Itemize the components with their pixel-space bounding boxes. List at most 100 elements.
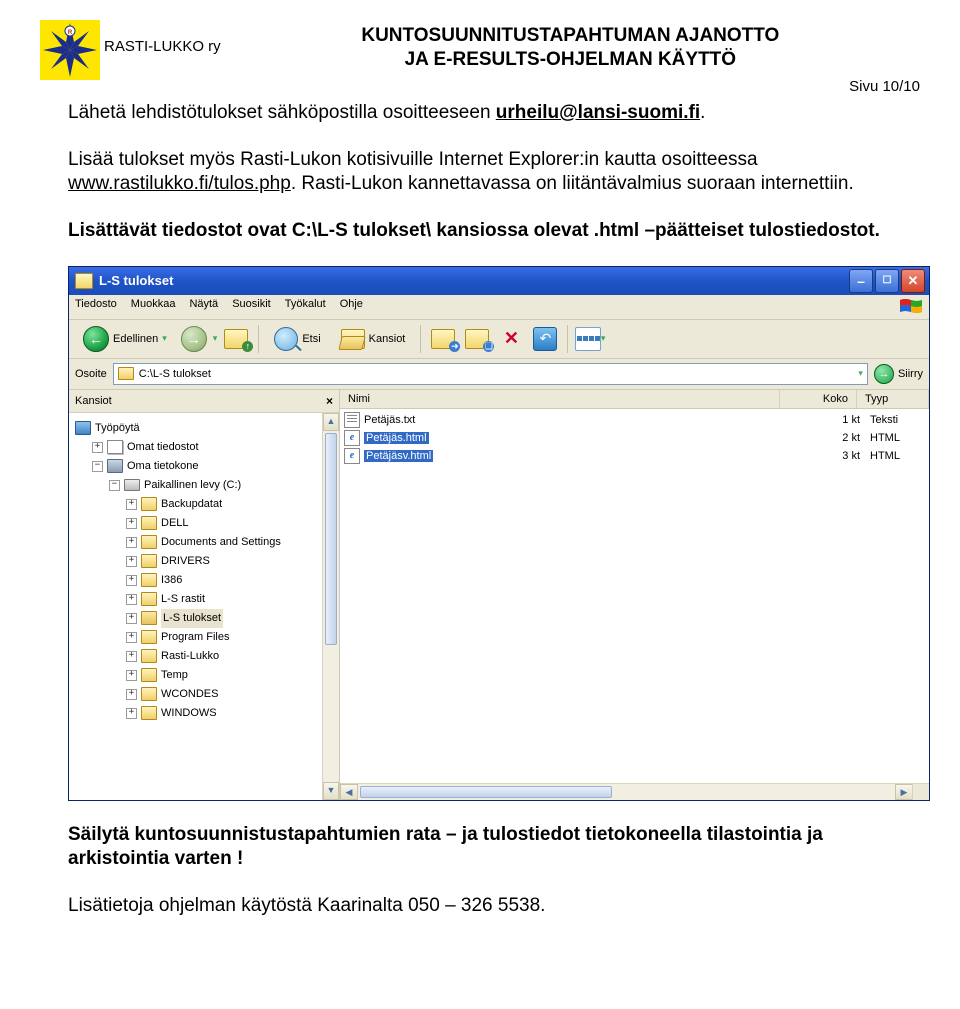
scrollbar-vertical[interactable]: ▲ ▼ bbox=[322, 413, 339, 800]
col-type[interactable]: Tyyp bbox=[857, 390, 929, 408]
html-file-icon: e bbox=[344, 430, 360, 446]
expand-icon[interactable]: + bbox=[126, 556, 137, 567]
tree-item[interactable]: L-S tulokset bbox=[161, 609, 223, 628]
up-button[interactable]: ↑ bbox=[221, 324, 251, 354]
collapse-icon[interactable]: − bbox=[109, 480, 120, 491]
expand-icon[interactable]: + bbox=[126, 651, 137, 662]
scroll-thumb[interactable] bbox=[325, 433, 337, 645]
delete-icon: ✕ bbox=[504, 328, 519, 349]
tree-item[interactable]: WCONDES bbox=[161, 685, 218, 704]
maximize-button[interactable]: ☐ bbox=[875, 269, 899, 293]
folder-icon bbox=[141, 687, 157, 701]
scrollbar-horizontal[interactable]: ◀ ▶ bbox=[340, 783, 913, 800]
search-button[interactable]: Etsi bbox=[266, 324, 328, 354]
folder-icon: ➜ bbox=[431, 329, 455, 349]
go-button[interactable]: → Siirry bbox=[874, 364, 923, 384]
file-type: HTML bbox=[870, 432, 925, 444]
forward-button[interactable]: → bbox=[179, 324, 209, 354]
back-button[interactable]: ← Edellinen ▾ bbox=[75, 324, 175, 354]
tree-item[interactable]: Rasti-Lukko bbox=[161, 647, 219, 666]
expand-icon[interactable]: + bbox=[126, 670, 137, 681]
window-title: L-S tulokset bbox=[99, 273, 173, 288]
expand-icon[interactable]: + bbox=[126, 632, 137, 643]
html-file-icon: e bbox=[344, 448, 360, 464]
expand-icon[interactable]: + bbox=[126, 518, 137, 529]
expand-icon[interactable]: + bbox=[126, 575, 137, 586]
expand-icon[interactable]: + bbox=[126, 708, 137, 719]
expand-icon[interactable]: + bbox=[126, 594, 137, 605]
tree-item[interactable]: DRIVERS bbox=[161, 552, 210, 571]
minimize-button[interactable]: – bbox=[849, 269, 873, 293]
tree-item[interactable]: I386 bbox=[161, 571, 182, 590]
menu-favorites[interactable]: Suosikit bbox=[232, 298, 271, 316]
scroll-thumb[interactable] bbox=[360, 786, 612, 798]
file-row[interactable]: e Petäjäs.html 2 kt HTML bbox=[344, 429, 925, 447]
folder-icon bbox=[141, 649, 157, 663]
window-titlebar[interactable]: L-S tulokset – ☐ ✕ bbox=[69, 267, 929, 295]
col-size[interactable]: Koko bbox=[780, 390, 857, 408]
address-label: Osoite bbox=[75, 368, 107, 380]
folder-tree[interactable]: Työpöytä +Omat tiedostot −Oma tietokone … bbox=[69, 413, 339, 800]
dropdown-icon[interactable]: ▾ bbox=[858, 368, 863, 379]
folder-icon bbox=[141, 668, 157, 682]
menu-view[interactable]: Näytä bbox=[189, 298, 218, 316]
expand-icon[interactable]: + bbox=[92, 442, 103, 453]
forward-arrow-icon: → bbox=[181, 326, 207, 352]
tree-item[interactable]: Documents and Settings bbox=[161, 533, 281, 552]
tree-item[interactable]: WINDOWS bbox=[161, 704, 217, 723]
views-button[interactable]: ▾ bbox=[575, 324, 605, 354]
toolbar: ← Edellinen ▾ → ▾ ↑ Etsi Kansiot ➜ ❏ bbox=[69, 320, 929, 359]
file-size: 2 kt bbox=[800, 432, 866, 444]
text-file-icon bbox=[344, 412, 360, 428]
scroll-down-icon[interactable]: ▼ bbox=[323, 782, 339, 800]
menu-help[interactable]: Ohje bbox=[340, 298, 363, 316]
dropdown-icon[interactable]: ▾ bbox=[213, 333, 218, 344]
expand-icon[interactable]: + bbox=[126, 689, 137, 700]
tree-item[interactable]: Backupdatat bbox=[161, 495, 222, 514]
address-bar: Osoite C:\L-S tulokset ▾ → Siirry bbox=[69, 359, 929, 390]
menu-file[interactable]: Tiedosto bbox=[75, 298, 117, 316]
folder-icon bbox=[75, 273, 93, 289]
computer-icon bbox=[107, 459, 123, 473]
file-list[interactable]: Petäjäs.txt1 ktTekstiePetäjäs.html2 ktHT… bbox=[340, 409, 929, 467]
folder-icon bbox=[118, 367, 134, 380]
folder-icon bbox=[141, 516, 157, 530]
file-row[interactable]: Petäjäs.txt1 ktTeksti bbox=[344, 411, 925, 429]
copy-to-button[interactable]: ❏ bbox=[462, 324, 492, 354]
file-row[interactable]: ePetäjäsv.html3 ktHTML bbox=[344, 447, 925, 465]
desktop-icon bbox=[75, 421, 91, 435]
move-to-button[interactable]: ➜ bbox=[428, 324, 458, 354]
go-arrow-icon: → bbox=[874, 364, 894, 384]
tree-item[interactable]: DELL bbox=[161, 514, 189, 533]
file-type: HTML bbox=[870, 450, 925, 462]
file-list-pane: Nimi Koko Tyyp Petäjäs.txt1 ktTekstiePet… bbox=[340, 390, 929, 800]
close-button[interactable]: ✕ bbox=[901, 269, 925, 293]
collapse-icon[interactable]: − bbox=[92, 461, 103, 472]
col-name[interactable]: Nimi bbox=[340, 390, 780, 408]
page-number: Sivu 10/10 bbox=[40, 78, 920, 95]
folder-icon: ❏ bbox=[465, 329, 489, 349]
tree-item[interactable]: L-S rastit bbox=[161, 590, 205, 609]
menu-tools[interactable]: Työkalut bbox=[285, 298, 326, 316]
expand-icon[interactable]: + bbox=[126, 537, 137, 548]
expand-icon[interactable]: + bbox=[126, 613, 137, 624]
delete-button[interactable]: ✕ bbox=[496, 324, 526, 354]
menu-edit[interactable]: Muokkaa bbox=[131, 298, 176, 316]
address-input[interactable]: C:\L-S tulokset ▾ bbox=[113, 363, 868, 385]
folder-icon bbox=[141, 497, 157, 511]
column-headers[interactable]: Nimi Koko Tyyp bbox=[340, 390, 929, 409]
file-name: Petäjäs.html bbox=[364, 432, 429, 444]
tree-item[interactable]: Temp bbox=[161, 666, 188, 685]
file-size: 1 kt bbox=[800, 414, 866, 426]
folder-up-icon: ↑ bbox=[224, 329, 248, 349]
close-pane-button[interactable]: × bbox=[326, 394, 333, 408]
expand-icon[interactable]: + bbox=[126, 499, 137, 510]
scroll-up-icon[interactable]: ▲ bbox=[323, 413, 339, 431]
folders-button[interactable]: Kansiot bbox=[333, 324, 414, 354]
folder-icon bbox=[141, 630, 157, 644]
tree-item[interactable]: Program Files bbox=[161, 628, 229, 647]
scroll-left-icon[interactable]: ◀ bbox=[340, 784, 358, 800]
undo-button[interactable]: ↶ bbox=[530, 324, 560, 354]
scroll-right-icon[interactable]: ▶ bbox=[895, 784, 913, 800]
email-link: urheilu@lansi-suomi.fi bbox=[496, 102, 700, 123]
